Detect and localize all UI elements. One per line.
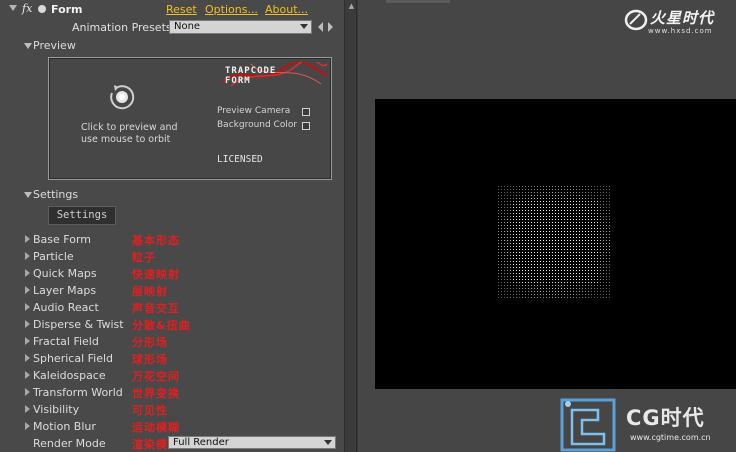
group-label: Particle <box>33 250 74 263</box>
group-row[interactable]: Fractal Field 分形场 <box>0 333 344 350</box>
render-mode-dropdown[interactable]: Full Render <box>168 436 336 449</box>
effect-controls-panel: fx Form Reset Options... About... Animat… <box>0 0 357 452</box>
hxsd-watermark-title: 火星时代 <box>650 9 715 27</box>
group-annotation: 基本形态 <box>132 234 180 247</box>
group-annotation: 分散&扭曲 <box>132 319 191 332</box>
reset-link[interactable]: Reset <box>166 3 197 16</box>
group-annotation: 声音交互 <box>132 302 180 315</box>
cgtime-watermark-url: www.cgtime.com.cn <box>630 433 711 442</box>
twirl-closed-icon[interactable] <box>25 235 30 243</box>
group-row[interactable]: Layer Maps 层映射 <box>0 282 344 299</box>
group-label: Layer Maps <box>33 284 97 297</box>
twirl-open-icon[interactable] <box>24 43 32 49</box>
dropdown-arrow-icon <box>324 440 332 445</box>
cgtime-watermark-title: CG时代 <box>626 406 705 430</box>
logo-line-2: FORM <box>225 76 251 86</box>
render-mode-value: Full Render <box>173 437 229 448</box>
instruction-line-2: use mouse to orbit <box>81 134 171 145</box>
group-label: Audio React <box>33 301 99 314</box>
presets-dropdown[interactable]: None <box>169 20 312 34</box>
preview-camera-label: Preview Camera <box>217 106 291 116</box>
group-label: Motion Blur <box>33 420 96 433</box>
preview-group[interactable]: Preview <box>0 37 344 54</box>
preview-instruction: Click to preview and use mouse to orbit <box>81 122 191 146</box>
effect-title: Form <box>51 3 83 16</box>
preset-prev-icon[interactable] <box>318 22 323 32</box>
settings-button[interactable]: Settings <box>48 206 116 225</box>
particle-grid <box>498 186 612 299</box>
trapcode-logo-text: TRAPCODE FORM <box>225 66 276 86</box>
group-label: Fractal Field <box>33 335 99 348</box>
background-color-checkbox[interactable] <box>302 122 310 130</box>
group-row[interactable]: Disperse & Twist 分散&扭曲 <box>0 316 344 333</box>
group-label: Base Form <box>33 233 91 246</box>
viewer-tab[interactable] <box>386 0 450 3</box>
group-label: Kaleidospace <box>33 369 106 382</box>
twirl-closed-icon[interactable] <box>25 286 30 294</box>
group-annotation: 层映射 <box>132 285 168 298</box>
twirl-closed-icon[interactable] <box>25 371 30 379</box>
options-link[interactable]: Options... <box>205 3 258 16</box>
effect-badge-icon <box>38 5 46 13</box>
twirl-closed-icon[interactable] <box>25 405 30 413</box>
group-row[interactable]: Kaleidospace 万花空间 <box>0 367 344 384</box>
group-label: Disperse & Twist <box>33 318 124 331</box>
settings-group[interactable]: Settings <box>0 186 344 203</box>
vertical-scrollbar[interactable]: ▲ <box>344 0 356 452</box>
hxsd-watermark-url: www.hxsd.com <box>648 27 713 35</box>
about-link[interactable]: About... <box>265 3 308 16</box>
effect-twirl-icon[interactable] <box>9 5 17 11</box>
group-label: Visibility <box>33 403 80 416</box>
background-color-label: Background Color <box>217 120 298 130</box>
group-annotation: 球形场 <box>132 353 168 366</box>
twirl-closed-icon[interactable] <box>25 354 30 362</box>
logo-line-1: TRAPCODE <box>225 66 277 76</box>
twirl-closed-icon[interactable] <box>25 388 30 396</box>
twirl-closed-icon[interactable] <box>25 252 30 260</box>
group-label: Quick Maps <box>33 267 97 280</box>
group-row[interactable]: Audio React 声音交互 <box>0 299 344 316</box>
twirl-closed-icon[interactable] <box>25 337 30 345</box>
effect-header: fx Form Reset Options... About... <box>0 0 344 19</box>
twirl-closed-icon[interactable] <box>25 303 30 311</box>
group-row[interactable]: Transform World 世界变换 <box>0 384 344 401</box>
twirl-closed-icon[interactable] <box>25 320 30 328</box>
settings-label: Settings <box>33 188 79 201</box>
orbit-icon[interactable] <box>108 83 136 111</box>
presets-value: None <box>174 21 201 32</box>
twirl-closed-icon[interactable] <box>25 269 30 277</box>
twirl-closed-icon[interactable] <box>25 422 30 430</box>
dropdown-arrow-icon <box>300 24 308 29</box>
group-row[interactable]: Particle 粒子 <box>0 248 344 265</box>
preview-camera-checkbox[interactable] <box>302 108 310 116</box>
group-row[interactable]: Motion Blur 运动模糊 <box>0 418 344 435</box>
instruction-line-1: Click to preview and <box>81 122 178 133</box>
group-annotation: 运动模糊 <box>132 421 180 434</box>
group-annotation: 世界变换 <box>132 387 180 400</box>
preset-next-icon[interactable] <box>328 22 333 32</box>
fx-icon[interactable]: fx <box>22 2 32 15</box>
cgtime-logo-icon <box>560 398 616 452</box>
license-status: LICENSED <box>217 154 263 165</box>
group-label: Transform World <box>33 386 123 399</box>
group-annotation: 粒子 <box>132 251 156 264</box>
group-row[interactable]: Visibility 可见性 <box>0 401 344 418</box>
group-annotation: 万花空间 <box>132 370 180 383</box>
group-annotation: 可见性 <box>132 404 168 417</box>
group-label: Spherical Field <box>33 352 114 365</box>
preview-label: Preview <box>33 39 76 52</box>
group-row[interactable]: Spherical Field 球形场 <box>0 350 344 367</box>
presets-label: Animation Presets: <box>72 21 176 34</box>
group-annotation: 快速映射 <box>132 268 180 281</box>
render-mode-label: Render Mode <box>33 437 106 450</box>
group-row[interactable]: Quick Maps 快速映射 <box>0 265 344 282</box>
scroll-up-icon[interactable]: ▲ <box>347 2 356 11</box>
group-row[interactable]: Base Form 基本形态 <box>0 231 344 248</box>
twirl-open-icon[interactable] <box>24 192 32 198</box>
preview-box[interactable]: Click to preview and use mouse to orbit … <box>48 57 332 180</box>
group-annotation: 分形场 <box>132 336 168 349</box>
